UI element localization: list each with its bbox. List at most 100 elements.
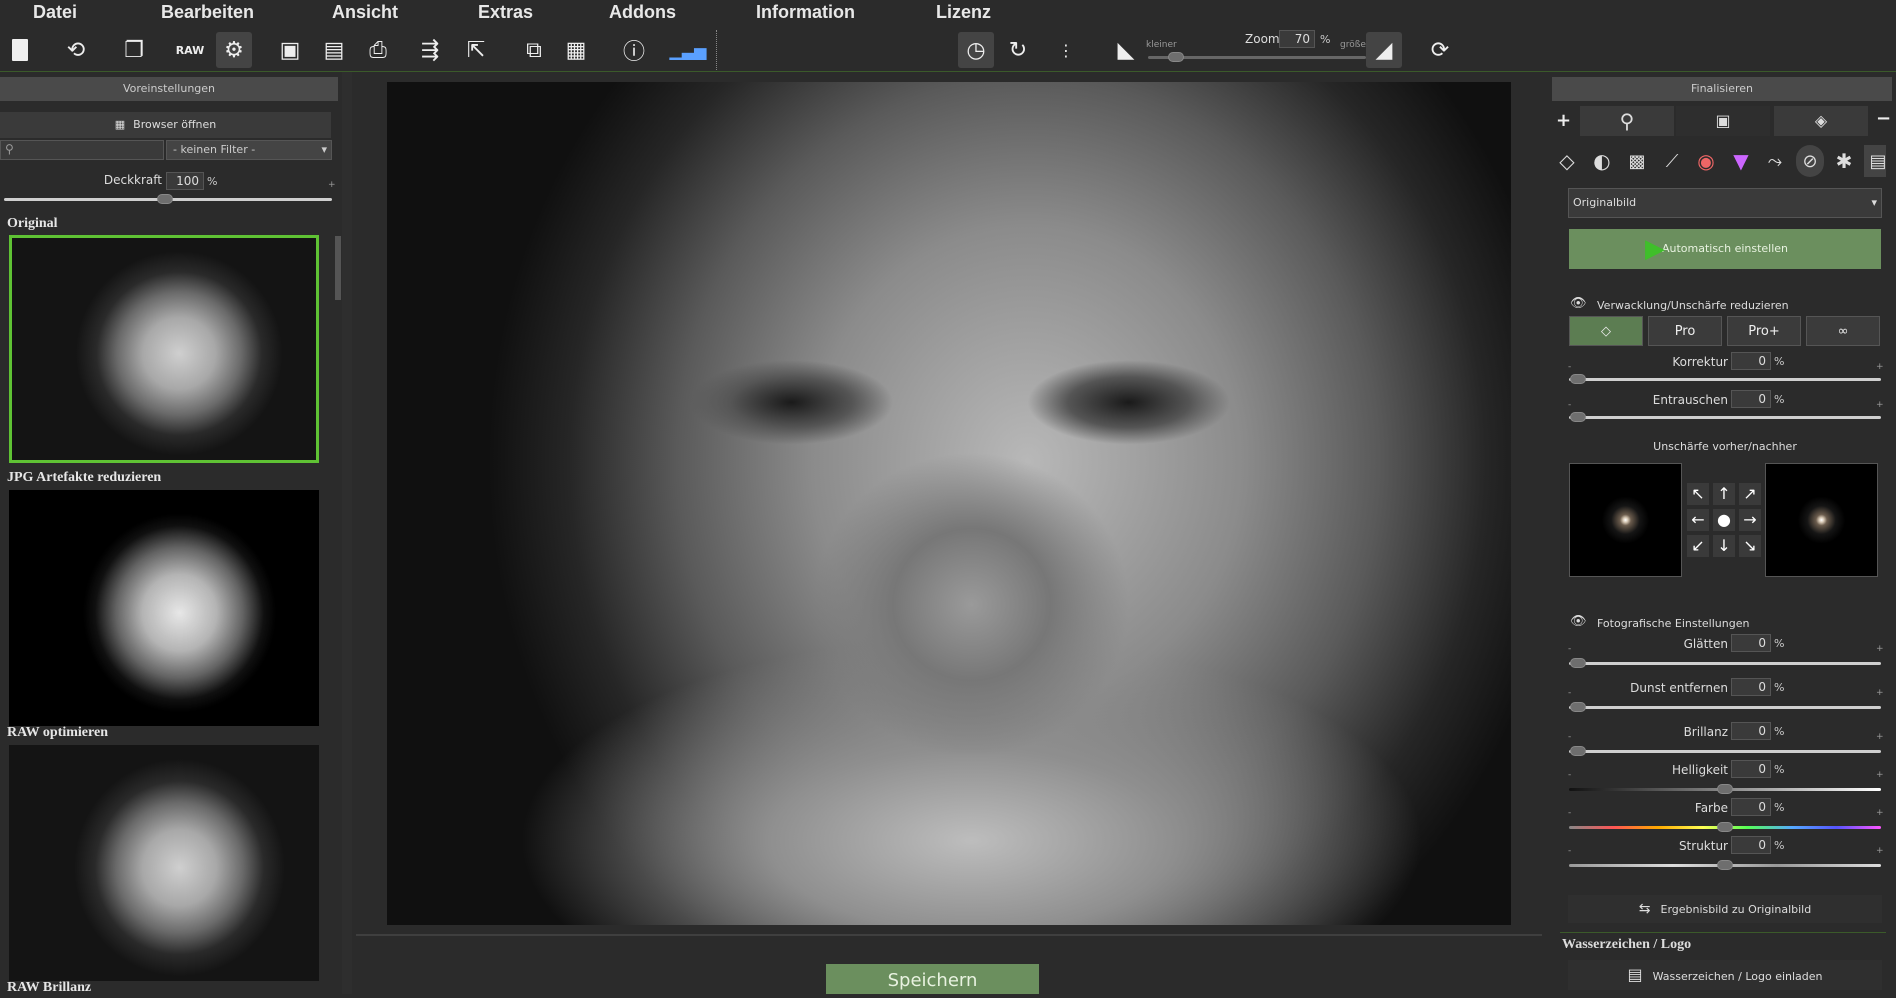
watermark-load-button[interactable]: ▤ Wasserzeichen / Logo einladen: [1568, 960, 1882, 990]
photo-slider-2-track[interactable]: [1569, 750, 1881, 753]
browser-open-button[interactable]: ▦ Browser öffnen: [0, 112, 331, 138]
filter-select[interactable]: - keinen Filter - ▾: [166, 140, 332, 160]
crop-rotate-icon[interactable]: ⟳: [1422, 32, 1458, 68]
film-icon[interactable]: ▦: [558, 32, 594, 68]
preset-scrollbar-thumb[interactable]: [335, 236, 341, 300]
arrow-left-icon[interactable]: ←: [1687, 509, 1709, 531]
menu-ansicht[interactable]: Ansicht: [332, 2, 398, 23]
save-icon[interactable]: ▣: [272, 32, 308, 68]
redo-icon[interactable]: ↻: [1000, 32, 1036, 68]
opacity-slider-knob[interactable]: [157, 194, 173, 204]
photo-slider-5-knob[interactable]: [1717, 860, 1733, 870]
blur-before-preview: [1569, 463, 1682, 577]
arrow-up-icon[interactable]: ↑: [1713, 483, 1735, 505]
copy-doc-icon[interactable]: ❐: [116, 32, 152, 68]
preset-thumb-jpg[interactable]: [9, 490, 319, 726]
main-photo[interactable]: [387, 82, 1511, 925]
photo-slider-1-track[interactable]: [1569, 706, 1881, 709]
entrauschen-slider-knob[interactable]: [1570, 412, 1586, 422]
preset-scrollbar[interactable]: [334, 216, 342, 994]
auto-adjust-label: Automatisch einstellen: [1661, 242, 1789, 255]
frame-tab[interactable]: ▣: [1676, 106, 1770, 136]
share-icon[interactable]: ⇶: [412, 32, 448, 68]
source-select[interactable]: Originalbild ▾: [1568, 188, 1882, 218]
korrektur-field[interactable]: 0: [1731, 352, 1771, 370]
zoom-in-icon[interactable]: ◢: [1366, 32, 1402, 68]
mode-infinity-button[interactable]: ∞: [1806, 316, 1880, 346]
export-icon[interactable]: ⇱: [458, 32, 494, 68]
histogram-icon[interactable]: ▁▃▅: [670, 32, 707, 68]
menu-extras[interactable]: Extras: [478, 2, 533, 23]
history-icon[interactable]: ⟲: [58, 32, 94, 68]
photo-slider-5-field[interactable]: 0: [1731, 836, 1771, 854]
print-icon[interactable]: ⎙: [360, 32, 396, 68]
eye-icon[interactable]: 👁: [1570, 614, 1587, 629]
photo-slider-0-knob[interactable]: [1570, 658, 1586, 668]
split-icon[interactable]: ⋮: [1048, 32, 1084, 68]
photo-slider-0-field[interactable]: 0: [1731, 634, 1771, 652]
curve-tool-icon[interactable]: ⤳: [1761, 145, 1789, 177]
wand-tool-icon[interactable]: ⟋: [1658, 145, 1686, 177]
arrow-up-right-icon[interactable]: ↗: [1739, 483, 1761, 505]
save-as-icon[interactable]: ▤: [316, 32, 352, 68]
menu-datei[interactable]: Datei: [33, 2, 77, 23]
remove-panel-icon[interactable]: −: [1876, 108, 1891, 129]
photo-slider-2-field[interactable]: 0: [1731, 722, 1771, 740]
diamond-tool-icon[interactable]: ◇: [1553, 145, 1581, 177]
prism-tool-icon[interactable]: ▼: [1727, 145, 1755, 177]
photo-slider-3-knob[interactable]: [1717, 784, 1733, 794]
photo-slider-1-field[interactable]: 0: [1731, 678, 1771, 696]
settings-gear-icon[interactable]: ⚙: [216, 32, 252, 68]
save-button[interactable]: Speichern: [826, 964, 1039, 994]
result-compare-label: Ergebnisbild zu Originalbild: [1660, 903, 1812, 916]
mode-pro-button[interactable]: Pro: [1648, 316, 1722, 346]
zoom-slider-knob[interactable]: [1168, 52, 1185, 62]
entrauschen-slider-track[interactable]: [1569, 416, 1881, 419]
color-wheel-icon[interactable]: ◉: [1692, 145, 1720, 177]
noise-tool-icon[interactable]: ▩: [1623, 145, 1651, 177]
arrow-right-icon[interactable]: →: [1739, 509, 1761, 531]
photo-slider-0-track[interactable]: [1569, 662, 1881, 665]
menu-information[interactable]: Information: [756, 2, 855, 23]
zoom-out-icon[interactable]: ◣: [1108, 32, 1144, 68]
eye-icon[interactable]: 👁: [1570, 296, 1587, 311]
arrow-down-icon[interactable]: ↓: [1713, 535, 1735, 557]
mode-pro-plus-button[interactable]: Pro+: [1727, 316, 1801, 346]
no-tool-icon[interactable]: ⊘: [1796, 145, 1824, 177]
menu-bearbeiten[interactable]: Bearbeiten: [161, 2, 254, 23]
arrow-down-left-icon[interactable]: ↙: [1687, 535, 1709, 557]
result-compare-button[interactable]: ⇆ Ergebnisbild zu Originalbild: [1568, 895, 1882, 923]
arrow-down-right-icon[interactable]: ↘: [1739, 535, 1761, 557]
play-icon: ▶: [1645, 234, 1665, 264]
batch-icon[interactable]: ⧉: [516, 32, 552, 68]
preset-thumb-raw[interactable]: [9, 745, 319, 981]
raw-icon[interactable]: RAW: [172, 32, 208, 68]
menu-lizenz[interactable]: Lizenz: [936, 2, 991, 23]
menu-addons[interactable]: Addons: [609, 2, 676, 23]
photo-slider-4-knob[interactable]: [1717, 822, 1733, 832]
contrast-tool-icon[interactable]: ◐: [1588, 145, 1616, 177]
search-input[interactable]: ⚲: [0, 140, 164, 160]
photo-slider-3-field[interactable]: 0: [1731, 760, 1771, 778]
photo-slider-4-field[interactable]: 0: [1731, 798, 1771, 816]
arrow-up-left-icon[interactable]: ↖: [1687, 483, 1709, 505]
mode-basic-button[interactable]: ◇: [1569, 316, 1643, 346]
opacity-field[interactable]: 100: [166, 172, 204, 190]
photo-slider-2-knob[interactable]: [1570, 746, 1586, 756]
magnifier-tab[interactable]: ⚲: [1580, 106, 1674, 136]
auto-adjust-button[interactable]: ▶ Automatisch einstellen: [1569, 229, 1881, 269]
add-panel-icon[interactable]: +: [1556, 110, 1571, 131]
aperture-tool-icon[interactable]: ✱: [1830, 145, 1858, 177]
right-scrollbar[interactable]: [1886, 130, 1894, 994]
zoom-value-field[interactable]: 70: [1279, 30, 1315, 48]
photo-slider-1-knob[interactable]: [1570, 702, 1586, 712]
clock-compare-icon[interactable]: ◷: [958, 32, 994, 68]
diamond-tab[interactable]: ◈: [1774, 106, 1868, 136]
entrauschen-field[interactable]: 0: [1731, 390, 1771, 408]
new-file-icon[interactable]: [2, 32, 38, 68]
korrektur-slider-track[interactable]: [1569, 378, 1881, 381]
preset-thumb-original[interactable]: [9, 235, 319, 463]
korrektur-slider-knob[interactable]: [1570, 374, 1586, 384]
info-doc-icon[interactable]: ⓘ: [616, 32, 652, 68]
center-dot-icon[interactable]: ●: [1713, 509, 1735, 531]
